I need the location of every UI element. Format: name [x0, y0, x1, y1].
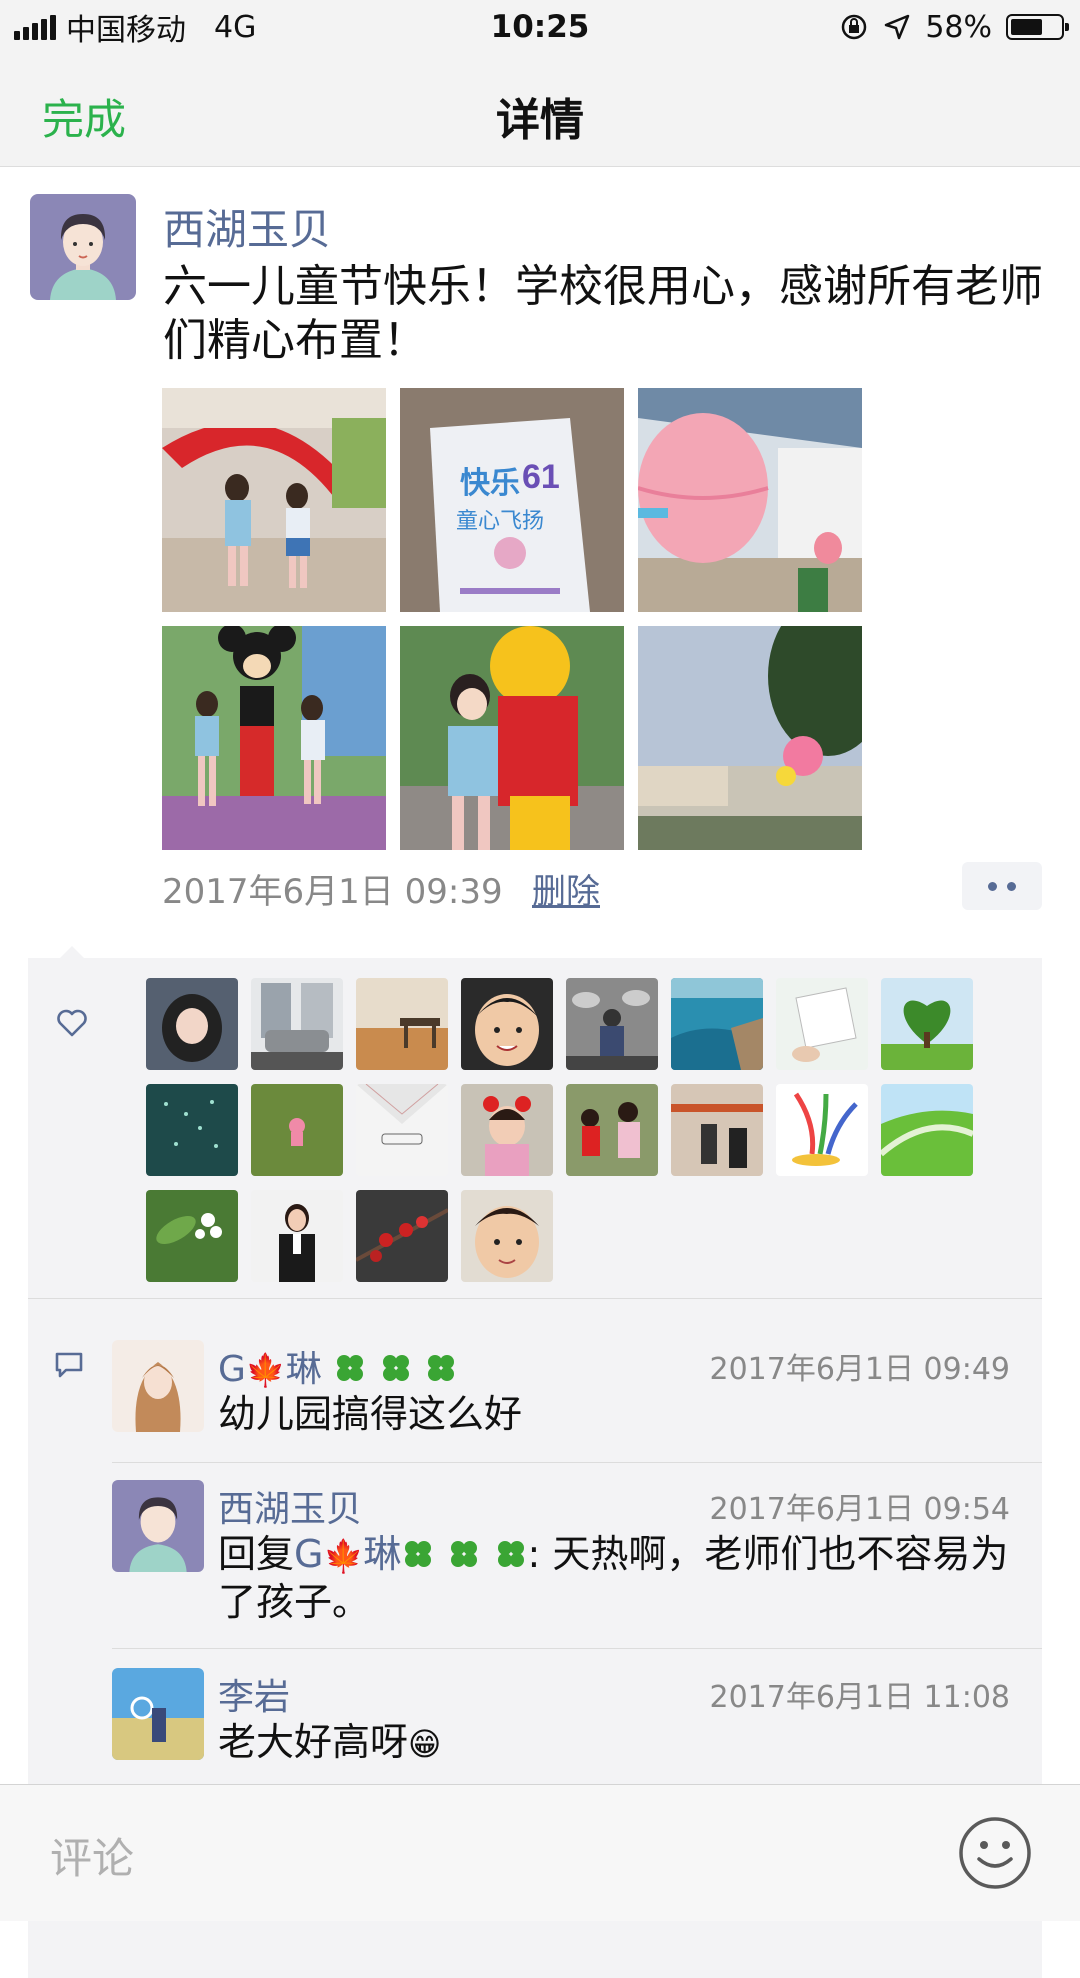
post-text: 六一儿童节快乐！学校很用心，感谢所有老师们精心布置！ [163, 261, 1043, 366]
svg-text:快乐: 快乐 [460, 467, 520, 500]
page-title: 详情 [496, 95, 584, 146]
grin-emoji: 😁 [408, 1725, 442, 1763]
location-arrow-icon [885, 14, 910, 40]
post-photo[interactable]: 快乐 61 童心飞扬 [400, 388, 624, 612]
divider [28, 1298, 1042, 1299]
liker-avatar[interactable] [776, 1084, 868, 1176]
comment-item[interactable]: G🍁琳 2017年6月1日 09:49 幼儿园搞得这么好 [112, 1340, 1042, 1463]
commenter-avatar[interactable] [112, 1480, 204, 1572]
reply-to-name[interactable]: G🍁琳 [294, 1532, 528, 1576]
liker-avatar[interactable] [251, 1084, 343, 1176]
heart-outline-icon [57, 1009, 87, 1037]
liker-avatar[interactable] [146, 1084, 238, 1176]
commenter-name[interactable]: G🍁琳 [218, 1340, 458, 1392]
dot-icon [1007, 881, 1016, 891]
post-photo[interactable] [638, 626, 862, 850]
clover-icon [337, 1355, 364, 1381]
commenter-name[interactable]: 李岩 [218, 1668, 290, 1720]
more-actions-button[interactable] [962, 862, 1042, 910]
liker-avatar[interactable] [461, 1084, 553, 1176]
liker-avatar[interactable] [251, 978, 343, 1070]
status-bar: 中国移动 4G 10:25 58% [0, 0, 1080, 54]
maple-leaf-icon: 🍁 [323, 1537, 364, 1575]
battery-percent: 58% [925, 9, 992, 45]
nav-bar: 完成 详情 [0, 54, 1080, 167]
comment-input[interactable]: 评论 [50, 1825, 134, 1886]
svg-text:童心飞扬: 童心飞扬 [456, 508, 544, 533]
liker-avatar[interactable] [566, 978, 658, 1070]
liker-avatar[interactable] [881, 1084, 973, 1176]
comment-text: 回复G🍁琳 : 天热啊，老师们也不容易为了孩子。 [218, 1530, 1018, 1626]
comment-bar: 评论 [0, 1784, 1080, 1921]
liker-avatar[interactable] [146, 1190, 238, 1282]
clover-icon [451, 1541, 478, 1567]
comment-bubble-icon [55, 1352, 83, 1378]
post-timestamp: 2017年6月1日 09:39 [162, 872, 503, 912]
liker-avatar[interactable] [251, 1190, 343, 1282]
liker-avatar[interactable] [671, 978, 763, 1070]
comment-timestamp: 2017年6月1日 09:49 [709, 1352, 1010, 1387]
dot-icon [988, 881, 997, 891]
clover-icon [405, 1541, 432, 1567]
orientation-lock-icon [842, 14, 867, 40]
comment-timestamp: 2017年6月1日 11:08 [709, 1680, 1010, 1715]
comment-text: 幼儿园搞得这么好 [218, 1392, 523, 1436]
maple-leaf-icon: 🍁 [245, 1351, 286, 1389]
clover-icon [497, 1541, 524, 1567]
post-photo[interactable] [400, 626, 624, 850]
photo-grid: 快乐 61 童心飞扬 [162, 388, 862, 850]
svg-text:61: 61 [522, 458, 560, 496]
comment-body: 老大好高呀 [218, 1720, 409, 1764]
smiley-face-icon[interactable] [957, 1815, 1033, 1891]
reply-prefix: 回复 [218, 1532, 295, 1576]
liker-avatar[interactable] [356, 1190, 448, 1282]
liker-avatar[interactable] [776, 978, 868, 1070]
divider [112, 1462, 1042, 1463]
divider [112, 1648, 1042, 1649]
author-avatar[interactable] [30, 194, 136, 300]
liker-avatar[interactable] [671, 1084, 763, 1176]
commenter-avatar[interactable] [112, 1668, 204, 1760]
comment-text: 老大好高呀😁 [218, 1718, 1018, 1766]
post-photo[interactable] [162, 626, 386, 850]
liker-avatar[interactable] [356, 1084, 448, 1176]
liker-avatar[interactable] [146, 978, 238, 1070]
liker-avatar[interactable] [881, 978, 973, 1070]
comment-timestamp: 2017年6月1日 09:54 [709, 1492, 1010, 1527]
liker-avatar[interactable] [461, 1190, 553, 1282]
commenter-avatar[interactable] [112, 1340, 204, 1432]
post-photo[interactable] [162, 388, 386, 612]
liker-avatar[interactable] [461, 978, 553, 1070]
post-author-name[interactable]: 西湖玉贝 [163, 196, 331, 257]
liker-avatar[interactable] [566, 1084, 658, 1176]
liker-avatar[interactable] [356, 978, 448, 1070]
delete-link[interactable]: 删除 [532, 864, 600, 913]
post-photo[interactable] [638, 388, 862, 612]
battery-icon [1006, 14, 1069, 40]
comment-item[interactable]: 西湖玉贝 2017年6月1日 09:54 回复G🍁琳 : 天热啊，老师们也不容易… [112, 1480, 1042, 1650]
comment-item[interactable]: 李岩 2017年6月1日 11:08 老大好高呀😁 [112, 1668, 1042, 1778]
commenter-name[interactable]: 西湖玉贝 [218, 1480, 362, 1532]
clover-icon [382, 1355, 409, 1381]
clover-icon [428, 1355, 455, 1381]
